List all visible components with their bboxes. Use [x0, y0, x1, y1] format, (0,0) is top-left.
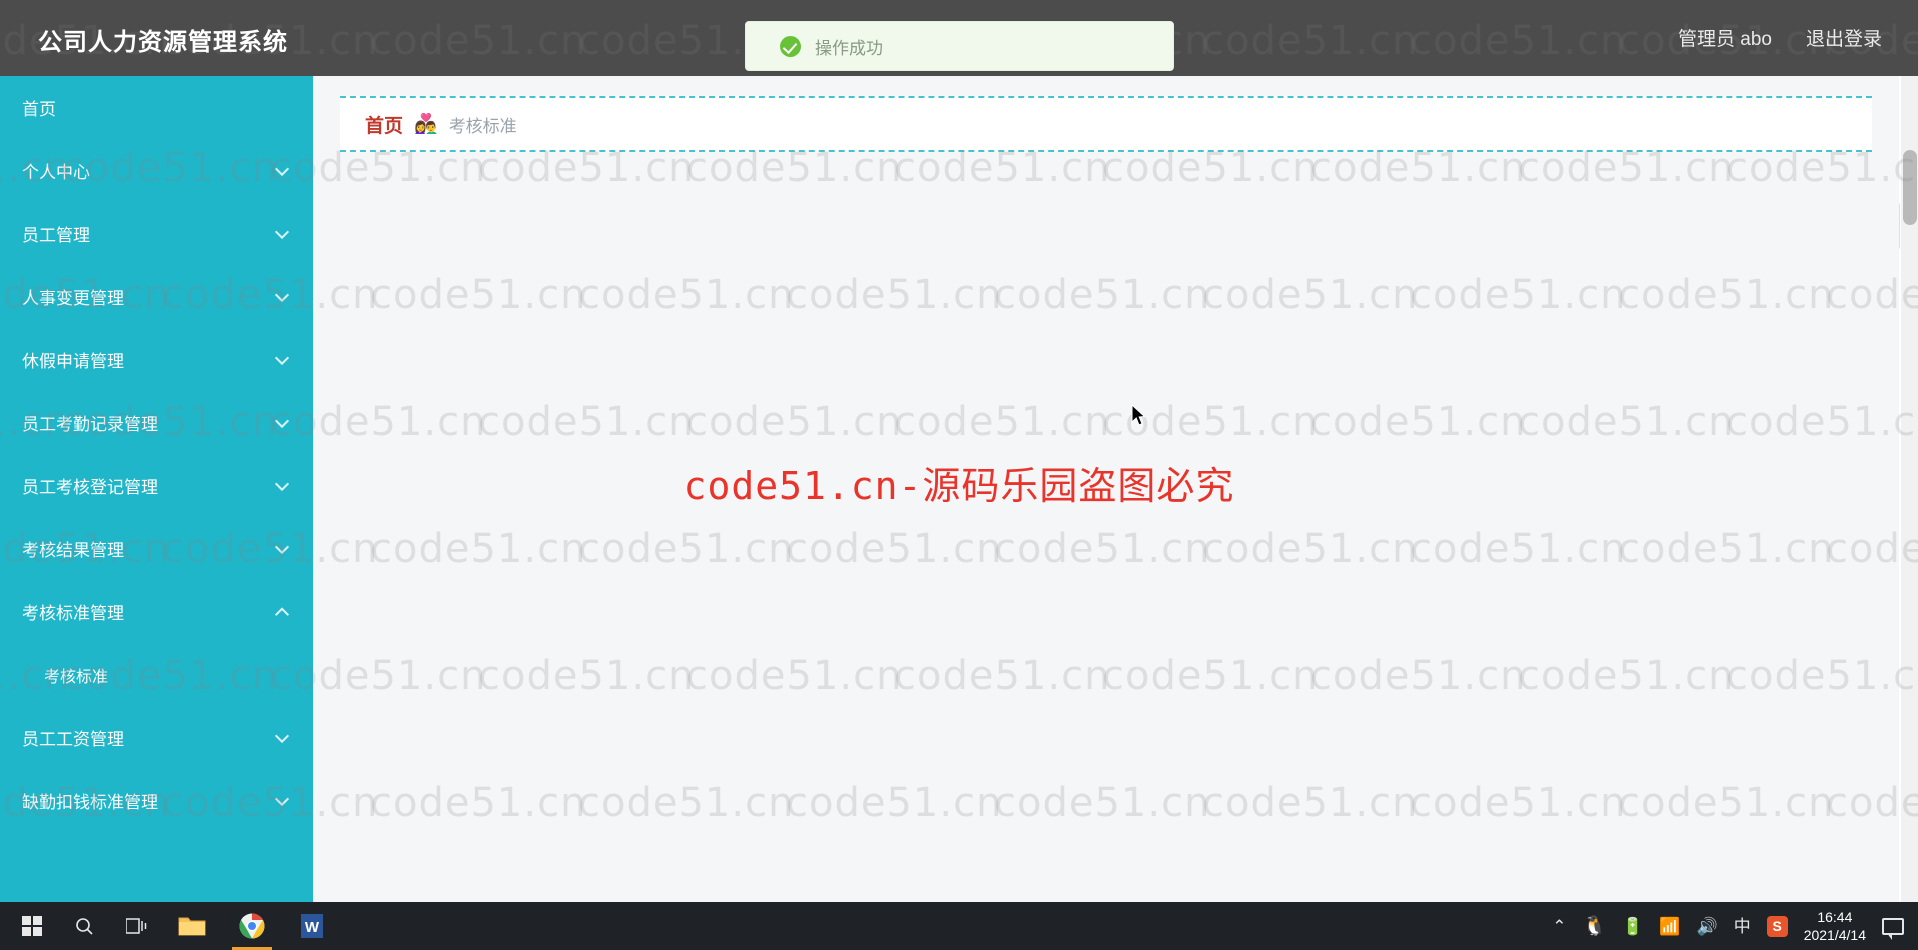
task-view-icon[interactable]: [112, 902, 160, 950]
taskbar-clock[interactable]: 16:44 2021/4/14: [1804, 908, 1866, 944]
word-icon[interactable]: W: [284, 902, 340, 950]
sidebar-item-9[interactable]: 考核标准: [0, 643, 313, 706]
sidebar-item-label: 人事变更管理: [22, 289, 124, 308]
sidebar-item-11[interactable]: 缺勤扣钱标准管理: [0, 769, 313, 832]
volume-icon[interactable]: 🔊: [1697, 918, 1718, 935]
sidebar-item-7[interactable]: 考核结果管理: [0, 517, 313, 580]
sidebar-item-label: 缺勤扣钱标准管理: [22, 793, 158, 812]
chevron-down-icon[interactable]: [274, 791, 290, 806]
breadcrumb-current-page: 考核标准: [448, 116, 517, 136]
toast-message: 操作成功: [815, 38, 883, 58]
sidebar-item-10[interactable]: 员工工资管理: [0, 706, 313, 769]
sidebar-item-label: 考核标准: [44, 668, 109, 686]
sidebar-item-5[interactable]: 员工考勤记录管理: [0, 391, 313, 454]
chevron-down-icon[interactable]: [274, 224, 290, 239]
clock-date: 2021/4/14: [1803, 927, 1866, 943]
chevron-down-icon[interactable]: [274, 728, 290, 743]
breadcrumb-home-link[interactable]: 首页: [365, 111, 403, 138]
sidebar-item-1[interactable]: 个人中心: [0, 139, 313, 202]
sidebar-item-label: 员工考核登记管理: [22, 478, 158, 497]
sidebar-item-label: 首页: [22, 100, 56, 119]
windows-start-icon[interactable]: [8, 902, 56, 950]
header-logout-link[interactable]: 退出登录: [1806, 24, 1882, 51]
sidebar-nav[interactable]: 首页 个人中心 员工管理 人事变更管理 休假申请管理 员工考勤记录管理 员工考核登记管理 考核…: [0, 76, 313, 902]
chevron-down-icon[interactable]: [274, 539, 290, 554]
sidebar-item-label: 员工管理: [22, 226, 90, 245]
header-username[interactable]: 管理员 abo: [1678, 24, 1772, 51]
success-toast: 操作成功: [745, 21, 1174, 71]
chrome-icon[interactable]: [224, 902, 280, 950]
chevron-down-icon[interactable]: [274, 476, 290, 491]
battery-icon[interactable]: 🔋: [1622, 918, 1643, 935]
sidebar-item-label: 考核标准管理: [22, 604, 124, 623]
chevron-down-icon[interactable]: [274, 161, 290, 176]
sidebar-item-8[interactable]: 考核标准管理: [0, 580, 313, 643]
vertical-scrollbar-thumb[interactable]: [1903, 150, 1917, 225]
sidebar-item-label: 员工工资管理: [22, 730, 124, 749]
header-user-area: 管理员 abo 退出登录: [1678, 24, 1882, 51]
sidebar-item-label: 休假申请管理: [22, 352, 124, 371]
sidebar-item-3[interactable]: 人事变更管理: [0, 265, 313, 328]
clock-time: 16:44: [1817, 909, 1853, 925]
check-circle-icon: [780, 35, 801, 57]
main-content: 首页 👩‍❤️‍👨 考核标准: [313, 76, 1899, 902]
ime-chinese-icon[interactable]: 中: [1734, 918, 1751, 935]
chevron-down-icon[interactable]: [274, 350, 290, 365]
windows-taskbar: W ⌃ 🐧 🔋 📶 🔊 中 S 16:44 2021/4/14: [0, 902, 1918, 950]
search-icon[interactable]: [60, 902, 108, 950]
sidebar-item-label: 考核结果管理: [22, 541, 124, 560]
sidebar-item-6[interactable]: 员工考核登记管理: [0, 454, 313, 517]
breadcrumb: 首页 👩‍❤️‍👨 考核标准: [340, 96, 1872, 152]
breadcrumb-heart-separator-icon: 👩‍❤️‍👨: [414, 113, 438, 135]
chevron-up-icon[interactable]: [274, 606, 290, 622]
chevron-up-icon[interactable]: ⌃: [1552, 918, 1566, 935]
file-explorer-icon[interactable]: [164, 902, 220, 950]
qq-icon[interactable]: 🐧: [1583, 917, 1607, 936]
wifi-icon[interactable]: 📶: [1659, 918, 1680, 935]
sidebar-item-0[interactable]: 首页: [0, 76, 313, 139]
taskbar-tray: ⌃ 🐧 🔋 📶 🔊 中 S 16:44 2021/4/14: [1552, 908, 1918, 944]
sidebar-item-2[interactable]: 员工管理: [0, 202, 313, 265]
app-brand-title: 公司人力资源管理系统: [38, 29, 288, 56]
sogou-icon[interactable]: S: [1766, 915, 1788, 937]
notification-icon[interactable]: [1882, 917, 1904, 940]
sidebar-item-label: 个人中心: [22, 163, 90, 182]
svg-text:W: W: [305, 919, 320, 936]
app-root: 公司人力资源管理系统 管理员 abo 退出登录 首页个人中心员工管理人事变更管理…: [0, 0, 1918, 950]
sidebar-item-4[interactable]: 休假申请管理: [0, 328, 313, 391]
sidebar-item-label: 员工考勤记录管理: [22, 415, 158, 434]
chevron-down-icon[interactable]: [274, 287, 290, 302]
chevron-down-icon[interactable]: [274, 413, 290, 428]
taskbar-left-group: W: [0, 902, 340, 950]
